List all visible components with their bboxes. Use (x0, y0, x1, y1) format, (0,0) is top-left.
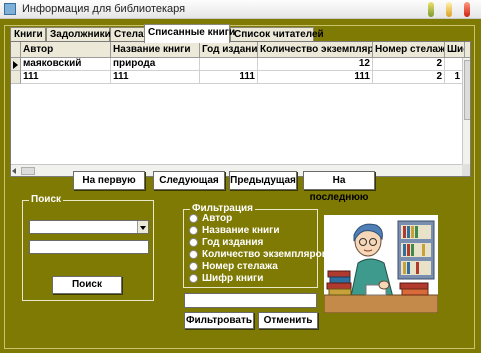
chevron-down-icon (140, 226, 146, 230)
books-grid[interactable]: Автор Название книги Год издания Количес… (10, 41, 471, 177)
column-header[interactable]: Название книги (111, 42, 200, 58)
vertical-scroll-thumb[interactable] (464, 60, 470, 120)
filter-option-year[interactable]: Год издания (189, 237, 329, 248)
minimize-button[interactable] (428, 2, 434, 17)
window-title: Информация для библиотекаря (22, 3, 186, 15)
title-bar: Информация для библиотекаря (0, 0, 481, 19)
column-header[interactable]: Количество экземпляров (258, 42, 373, 58)
first-record-button[interactable]: На первую (73, 171, 145, 190)
table-cell[interactable] (445, 58, 463, 71)
filter-option-shelf-number[interactable]: Номер стелажа (189, 261, 329, 272)
column-header[interactable]: Автор (21, 42, 111, 58)
table-cell[interactable] (200, 58, 258, 71)
last-record-button[interactable]: На последнюю (303, 171, 375, 203)
radio-button[interactable] (189, 214, 198, 223)
vertical-scrollbar[interactable] (462, 58, 470, 164)
search-button[interactable]: Поиск (52, 276, 122, 294)
previous-record-button[interactable]: Предыдущая (229, 171, 297, 190)
search-field-combo[interactable] (29, 220, 149, 234)
tab-readers-list[interactable]: Список читателей (230, 27, 324, 42)
row-indicator (11, 71, 21, 84)
filter-option-author[interactable]: Автор (189, 213, 329, 224)
table-row[interactable]: 111 111 111 111 2 1 (11, 71, 463, 84)
cancel-filter-button[interactable]: Отменить (258, 312, 318, 329)
radio-button[interactable] (189, 262, 198, 271)
next-record-button[interactable]: Следующая (153, 171, 225, 190)
search-group: Поиск Поиск (22, 194, 154, 301)
main-panel: Книги Задолжники Стелаж Списанные книги … (0, 19, 481, 353)
radio-button[interactable] (189, 274, 198, 283)
tab-written-off-books[interactable]: Списанные книги (144, 24, 235, 43)
app-window-icon (4, 3, 16, 15)
search-group-label: Поиск (29, 194, 64, 205)
combo-dropdown-button[interactable] (137, 221, 148, 233)
current-row-pointer-icon (13, 61, 18, 69)
table-cell[interactable]: 2 (373, 71, 445, 84)
close-button[interactable] (464, 2, 470, 17)
table-cell[interactable]: 111 (200, 71, 258, 84)
column-header[interactable]: Номер стелажа (373, 42, 445, 58)
search-input[interactable] (29, 240, 149, 254)
table-cell[interactable]: 111 (21, 71, 111, 84)
maximize-button[interactable] (446, 2, 452, 17)
table-cell[interactable]: 111 (111, 71, 200, 84)
filter-group: Фильтрация Автор Название книги Год изда… (183, 203, 328, 288)
column-header[interactable]: Шифр (445, 42, 465, 58)
filter-option-book-code[interactable]: Шифр книги (189, 273, 329, 284)
librarian-illustration (323, 215, 439, 314)
tab-books[interactable]: Книги (10, 27, 46, 42)
radio-button[interactable] (189, 226, 198, 235)
radio-button[interactable] (189, 238, 198, 247)
radio-button[interactable] (189, 250, 198, 259)
column-header[interactable]: Год издания (200, 42, 258, 58)
table-cell[interactable]: маяковский (21, 58, 111, 71)
filter-option-book-title[interactable]: Название книги (189, 225, 329, 236)
table-cell[interactable]: 12 (258, 58, 373, 71)
row-indicator (11, 58, 21, 71)
apply-filter-button[interactable]: Фильтровать (184, 312, 254, 329)
table-cell[interactable]: 1 (445, 71, 463, 84)
table-cell[interactable]: 2 (373, 58, 445, 71)
filter-input[interactable] (184, 293, 317, 308)
librarian-illustration-icon (323, 215, 439, 314)
grid-header: Автор Название книги Год издания Количес… (11, 42, 470, 58)
horizontal-scroll-thumb[interactable] (21, 167, 35, 175)
scroll-left-arrow-icon[interactable] (12, 168, 16, 174)
table-cell[interactable]: 111 (258, 71, 373, 84)
filter-option-copies[interactable]: Количество экземпляров (189, 249, 329, 260)
tab-debtors[interactable]: Задолжники (46, 27, 111, 42)
table-cell[interactable]: природа (111, 58, 200, 71)
table-row[interactable]: маяковский природа 12 2 (11, 58, 463, 71)
